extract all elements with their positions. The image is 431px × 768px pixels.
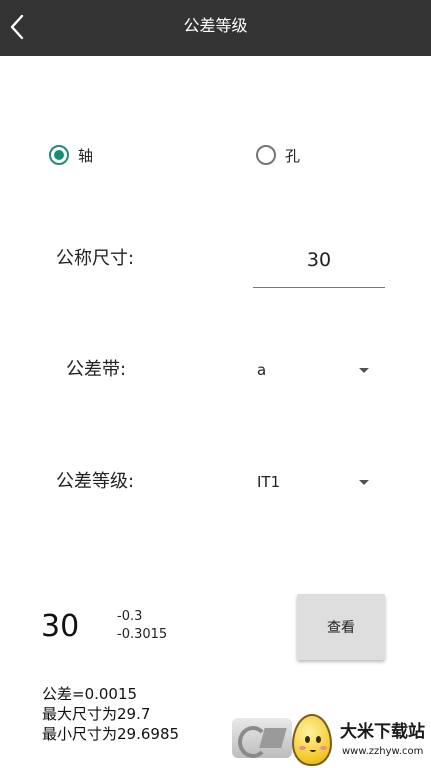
min-size-text: 最小尺寸为29.6985 [42,725,180,743]
max-size-text: 最大尺寸为29.7 [42,705,151,723]
tolerance-zone-select[interactable]: a [250,350,382,390]
tolerance-grade-value: IT1 [257,473,281,491]
tolerance-zone-value: a [257,361,267,379]
dropdown-arrow-icon [359,480,369,485]
watermark-site-url: www.zzhyw.com [342,746,424,757]
page-title: 公差等级 [183,16,248,35]
radio-hole-label: 孔 [285,146,301,165]
radio-hole[interactable]: 孔 [256,143,300,167]
nominal-size-label: 公称尺寸: [56,248,135,269]
site-watermark: 大米下载站 www.zzhyw.com [230,712,431,768]
radio-unchecked-icon [256,145,276,165]
tolerance-grade-select[interactable]: IT1 [250,462,382,502]
nominal-size-input[interactable] [253,240,385,288]
radio-shaft[interactable]: 轴 [49,143,93,167]
radio-checked-icon [49,145,69,165]
tolerance-text: 公差=0.0015 [42,685,138,703]
egg-mascot-icon [292,714,332,766]
radio-shaft-label: 轴 [78,146,94,165]
upper-deviation: -0.3 [117,609,143,624]
watermark-site-name: 大米下载站 [340,722,425,742]
view-button[interactable]: 查看 [297,594,385,660]
watermark-logo-icon [232,718,292,758]
result-size: 30 [41,609,80,644]
title-bar: 公差等级 [0,0,431,56]
tolerance-grade-label: 公差等级: [56,471,135,492]
lower-deviation: -0.3015 [117,627,168,642]
tolerance-zone-label: 公差带: [66,359,127,380]
dropdown-arrow-icon [359,368,369,373]
